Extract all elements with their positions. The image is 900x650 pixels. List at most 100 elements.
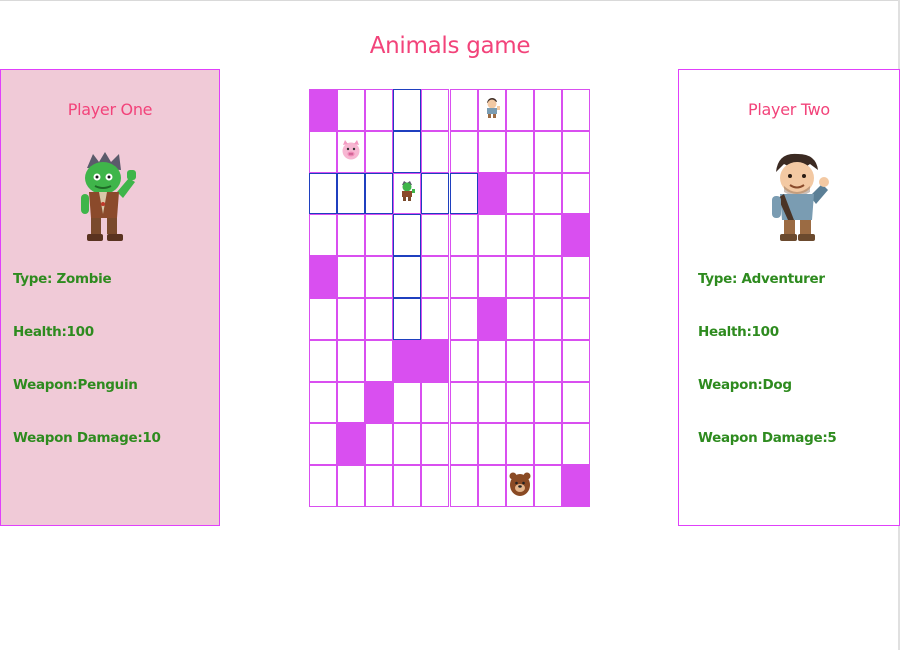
board-cell[interactable] <box>533 339 562 382</box>
board-cell[interactable] <box>393 381 422 424</box>
board-cell[interactable] <box>393 172 422 215</box>
board-cell[interactable] <box>421 423 450 466</box>
board-cell[interactable] <box>365 89 394 131</box>
zombie-icon[interactable] <box>399 180 416 206</box>
board-cell[interactable] <box>505 298 534 340</box>
player-two-weapon: Weapon:Dog <box>698 377 792 393</box>
board-cell[interactable] <box>393 423 422 466</box>
board-cell[interactable] <box>449 256 478 298</box>
board-cell[interactable] <box>365 339 394 382</box>
board-cell[interactable] <box>449 381 478 424</box>
board-cell[interactable] <box>365 298 394 340</box>
board-cell[interactable] <box>505 465 534 507</box>
board-cell[interactable] <box>505 172 534 215</box>
board-cell[interactable] <box>477 465 506 507</box>
board-cell[interactable] <box>561 130 590 173</box>
board-cell[interactable] <box>561 172 590 215</box>
board-cell[interactable] <box>477 214 506 257</box>
board-cell[interactable] <box>421 130 450 173</box>
board-cell[interactable] <box>365 423 394 466</box>
board-cell[interactable] <box>533 130 562 173</box>
board-cell-available-move[interactable] <box>393 298 422 340</box>
board-cell[interactable] <box>365 214 394 257</box>
board-cell-available-move[interactable] <box>309 172 338 215</box>
board-cell[interactable] <box>505 214 534 257</box>
board-cell[interactable] <box>449 214 478 257</box>
board-cell[interactable] <box>449 130 478 173</box>
game-board[interactable] <box>309 89 590 507</box>
board-cell[interactable] <box>337 339 366 382</box>
board-cell[interactable] <box>505 89 534 131</box>
board-cell[interactable] <box>533 423 562 466</box>
bear-icon[interactable] <box>509 471 531 501</box>
board-cell[interactable] <box>337 89 366 131</box>
board-cell[interactable] <box>421 298 450 340</box>
board-cell[interactable] <box>421 89 450 131</box>
board-cell[interactable] <box>477 381 506 424</box>
board-cell[interactable] <box>505 130 534 173</box>
board-cell[interactable] <box>477 256 506 298</box>
board-cell[interactable] <box>533 465 562 507</box>
board-cell[interactable] <box>533 256 562 298</box>
board-cell[interactable] <box>365 465 394 507</box>
board-cell-available-move[interactable] <box>393 89 422 131</box>
board-cell-available-move[interactable] <box>393 214 422 257</box>
board-cell[interactable] <box>505 339 534 382</box>
board-cell-obstacle <box>393 339 422 382</box>
board-cell[interactable] <box>561 339 590 382</box>
board-cell-available-move[interactable] <box>393 130 422 173</box>
board-cell[interactable] <box>505 423 534 466</box>
board-cell[interactable] <box>337 298 366 340</box>
board-cell[interactable] <box>533 381 562 424</box>
board-cell[interactable] <box>309 423 338 466</box>
board-cell[interactable] <box>449 465 478 507</box>
board-cell[interactable] <box>309 298 338 340</box>
board-cell[interactable] <box>533 89 562 131</box>
board-cell[interactable] <box>477 130 506 173</box>
board-cell-available-move[interactable] <box>421 172 450 215</box>
player-one-name: Player One <box>67 100 153 119</box>
board-cell[interactable] <box>561 256 590 298</box>
board-cell[interactable] <box>533 214 562 257</box>
board-cell[interactable] <box>337 465 366 507</box>
board-cell[interactable] <box>561 423 590 466</box>
board-cell[interactable] <box>337 381 366 424</box>
board-cell[interactable] <box>449 89 478 131</box>
board-cell[interactable] <box>449 339 478 382</box>
pig-icon[interactable] <box>341 139 361 165</box>
board-cell[interactable] <box>337 256 366 298</box>
board-cell[interactable] <box>337 130 366 173</box>
board-cell-obstacle <box>477 172 506 215</box>
adventurer-icon[interactable] <box>484 97 500 123</box>
board-cell[interactable] <box>309 130 338 173</box>
board-cell[interactable] <box>505 256 534 298</box>
player-two-type: Type: Adventurer <box>698 271 825 287</box>
board-cell[interactable] <box>393 465 422 507</box>
board-cell[interactable] <box>533 172 562 215</box>
board-cell[interactable] <box>477 423 506 466</box>
board-cell[interactable] <box>477 89 506 131</box>
board-cell[interactable] <box>561 381 590 424</box>
board-cell[interactable] <box>421 214 450 257</box>
board-cell[interactable] <box>449 423 478 466</box>
board-cell[interactable] <box>477 339 506 382</box>
board-cell[interactable] <box>533 298 562 340</box>
board-cell[interactable] <box>449 298 478 340</box>
board-cell[interactable] <box>309 465 338 507</box>
board-cell[interactable] <box>365 256 394 298</box>
board-cell-available-move[interactable] <box>337 172 366 215</box>
board-cell[interactable] <box>365 130 394 173</box>
board-cell[interactable] <box>421 256 450 298</box>
board-cell[interactable] <box>309 381 338 424</box>
board-cell-available-move[interactable] <box>365 172 394 215</box>
board-cell-available-move[interactable] <box>393 256 422 298</box>
board-cell[interactable] <box>561 89 590 131</box>
board-cell[interactable] <box>561 298 590 340</box>
board-cell[interactable] <box>337 214 366 257</box>
board-cell[interactable] <box>309 214 338 257</box>
board-cell-available-move[interactable] <box>449 172 478 215</box>
board-cell[interactable] <box>421 465 450 507</box>
board-cell[interactable] <box>421 381 450 424</box>
board-cell[interactable] <box>505 381 534 424</box>
board-cell[interactable] <box>309 339 338 382</box>
